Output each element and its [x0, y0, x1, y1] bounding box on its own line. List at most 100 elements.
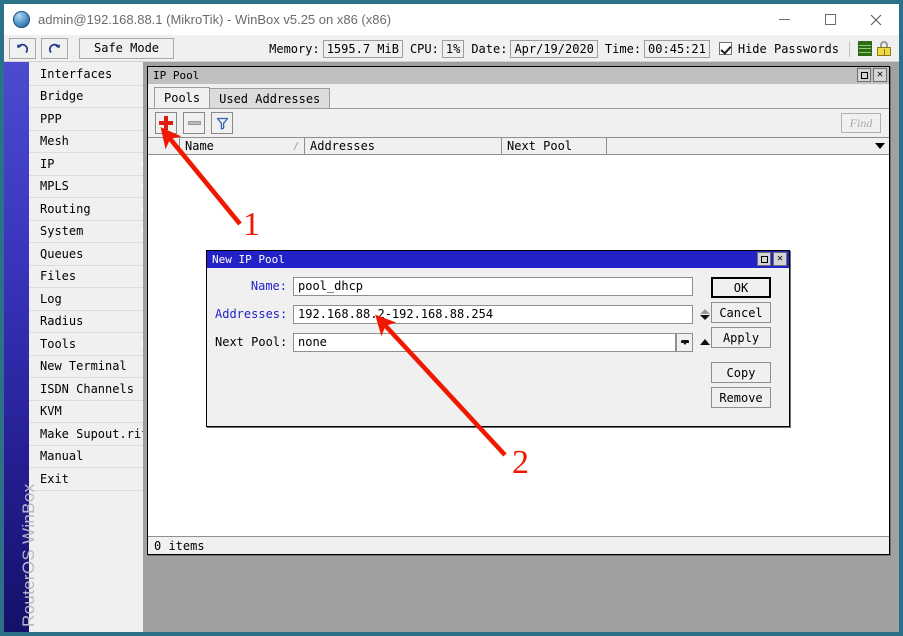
cancel-button[interactable]: Cancel: [711, 302, 771, 323]
tab-used-addresses[interactable]: Used Addresses: [209, 88, 331, 108]
new-ip-pool-maximize-button[interactable]: [757, 252, 771, 266]
sidebar-item-label: Log: [40, 291, 62, 306]
next-pool-field[interactable]: none: [293, 332, 676, 352]
sidebar-item-label: Make Supout.rif: [40, 426, 149, 441]
app-toolbar: Safe Mode Memory: 1595.7 MiB CPU: 1% Dat…: [4, 35, 899, 62]
ip-pool-close-button[interactable]: ✕: [873, 68, 887, 82]
sidebar-item-label: MPLS: [40, 179, 69, 194]
sidebar-item-label: Bridge: [40, 89, 84, 104]
tab-pools[interactable]: Pools: [154, 87, 211, 108]
name-label: Name:: [250, 279, 287, 293]
sidebar-item-label: Tools: [40, 336, 77, 351]
time-value: 00:45:21: [644, 39, 710, 58]
filter-button[interactable]: [211, 112, 233, 134]
sidebar-item-label: Manual: [40, 449, 84, 464]
sidebar-item-label: Interfaces: [40, 66, 113, 81]
column-header-filler: [607, 138, 871, 154]
memory-label: Memory:: [269, 41, 320, 56]
ip-pool-tabs: Pools Used Addresses: [148, 84, 889, 108]
addresses-label: Addresses:: [215, 307, 288, 321]
ip-pool-toolbar: Find: [148, 108, 889, 137]
memory-value: 1595.7 MiB: [322, 39, 403, 58]
sidebar-item-tools[interactable]: Tools: [29, 333, 156, 356]
maximize-button[interactable]: [807, 4, 853, 35]
sidebar-item-manual[interactable]: Manual: [29, 445, 156, 468]
maximize-icon: [824, 14, 836, 25]
winbox-main-window: admin@192.168.88.1 (MikroTik) - WinBox v…: [4, 4, 899, 632]
add-pool-button[interactable]: [155, 112, 177, 134]
column-header-next-pool[interactable]: Next Pool: [502, 138, 607, 154]
minimize-button[interactable]: [761, 4, 807, 35]
window-title: admin@192.168.88.1 (MikroTik) - WinBox v…: [38, 12, 392, 27]
ok-button[interactable]: OK: [711, 277, 771, 298]
sidebar-item-kvm[interactable]: KVM: [29, 400, 156, 423]
new-ip-pool-titlebar: New IP Pool ✕: [207, 251, 789, 268]
sidebar-item-new-terminal[interactable]: New Terminal: [29, 355, 156, 378]
sidebar-item-system[interactable]: System: [29, 220, 156, 243]
sidebar-brand-strip: RouterOS WinBox: [4, 62, 38, 632]
sidebar-item-label: ISDN Channels: [40, 381, 134, 396]
sidebar-item-mpls[interactable]: MPLS: [29, 175, 156, 198]
column-header-name[interactable]: Name /: [180, 138, 305, 154]
sidebar-item-radius[interactable]: Radius: [29, 310, 156, 333]
cpu-label: CPU:: [409, 41, 439, 56]
close-icon: ✕: [876, 69, 884, 80]
remove-pool-button[interactable]: [183, 112, 205, 134]
sidebar-item-routing[interactable]: Routing: [29, 198, 156, 221]
sidebar-item-queues[interactable]: Queues: [29, 243, 156, 266]
chevron-up-icon: [699, 308, 710, 314]
next-pool-dropdown-button[interactable]: [676, 332, 693, 352]
sidebar-item-isdn-channels[interactable]: ISDN Channels: [29, 378, 156, 401]
new-ip-pool-buttons: OK Cancel Apply Copy Remove: [711, 276, 783, 420]
addresses-stepper[interactable]: [698, 305, 711, 324]
window-titlebar: admin@192.168.88.1 (MikroTik) - WinBox v…: [4, 4, 899, 35]
find-input[interactable]: Find: [841, 113, 881, 133]
close-icon: ✕: [776, 253, 784, 264]
sidebar-item-interfaces[interactable]: Interfaces: [29, 63, 156, 86]
minimize-icon: [778, 19, 790, 20]
new-ip-pool-close-button[interactable]: ✕: [773, 252, 787, 266]
close-icon: [870, 14, 882, 25]
addresses-field[interactable]: 192.168.88.2-192.168.88.254: [293, 304, 693, 324]
sidebar-menu: Interfaces Bridge PPP Mesh IP MPLS Routing Syst…: [29, 62, 156, 632]
mdi-desktop: IP Pool ✕ Pools Used Addresses Find Name…: [143, 62, 899, 632]
new-ip-pool-window-controls: ✕: [757, 252, 787, 266]
sidebar-item-label: Routing: [40, 201, 91, 216]
undo-button[interactable]: [9, 37, 36, 59]
apply-button[interactable]: Apply: [711, 327, 771, 348]
name-field[interactable]: pool_dhcp: [293, 276, 693, 296]
hide-passwords-checkbox[interactable]: [718, 42, 732, 55]
minus-icon: [187, 121, 201, 125]
sidebar-item-mesh[interactable]: Mesh: [29, 130, 156, 153]
dropdown-arrow-icon: [680, 339, 689, 345]
column-header-addresses[interactable]: Addresses: [305, 138, 502, 154]
next-pool-stepper-up[interactable]: [698, 333, 711, 352]
sidebar-item-make-supout-rif[interactable]: Make Supout.rif: [29, 423, 156, 446]
name-row: Name: pool_dhcp: [215, 276, 711, 296]
sidebar-item-label: System: [40, 224, 84, 239]
new-ip-pool-form: Name: pool_dhcp Addresses: 192.168.88.2-…: [207, 276, 711, 420]
sidebar-item-exit[interactable]: Exit: [29, 468, 156, 491]
column-header-name-label: Name: [185, 139, 214, 153]
sidebar-item-log[interactable]: Log: [29, 288, 156, 311]
column-options-dropdown[interactable]: [871, 138, 889, 154]
date-value: Apr/19/2020: [510, 39, 598, 58]
close-button[interactable]: [853, 4, 899, 35]
sidebar-item-label: KVM: [40, 404, 62, 419]
sidebar-item-ip[interactable]: IP: [29, 153, 156, 176]
next-pool-row: Next Pool: none: [215, 332, 711, 352]
cpu-value: 1%: [441, 39, 465, 58]
safe-mode-button[interactable]: Safe Mode: [79, 37, 175, 59]
app-body: RouterOS WinBox Interfaces Bridge PPP Mesh I…: [4, 62, 899, 632]
remove-button[interactable]: Remove: [711, 387, 771, 408]
ip-pool-maximize-button[interactable]: [857, 68, 871, 82]
restore-icon: [860, 71, 868, 79]
sidebar-item-files[interactable]: Files: [29, 265, 156, 288]
sidebar-item-bridge[interactable]: Bridge: [29, 85, 156, 108]
restore-icon: [760, 255, 768, 263]
redo-button[interactable]: [41, 37, 68, 59]
sidebar: RouterOS WinBox Interfaces Bridge PPP Mesh I…: [4, 62, 156, 632]
sidebar-item-ppp[interactable]: PPP: [29, 108, 156, 131]
sidebar-item-label: IP: [40, 156, 55, 171]
copy-button[interactable]: Copy: [711, 362, 771, 383]
